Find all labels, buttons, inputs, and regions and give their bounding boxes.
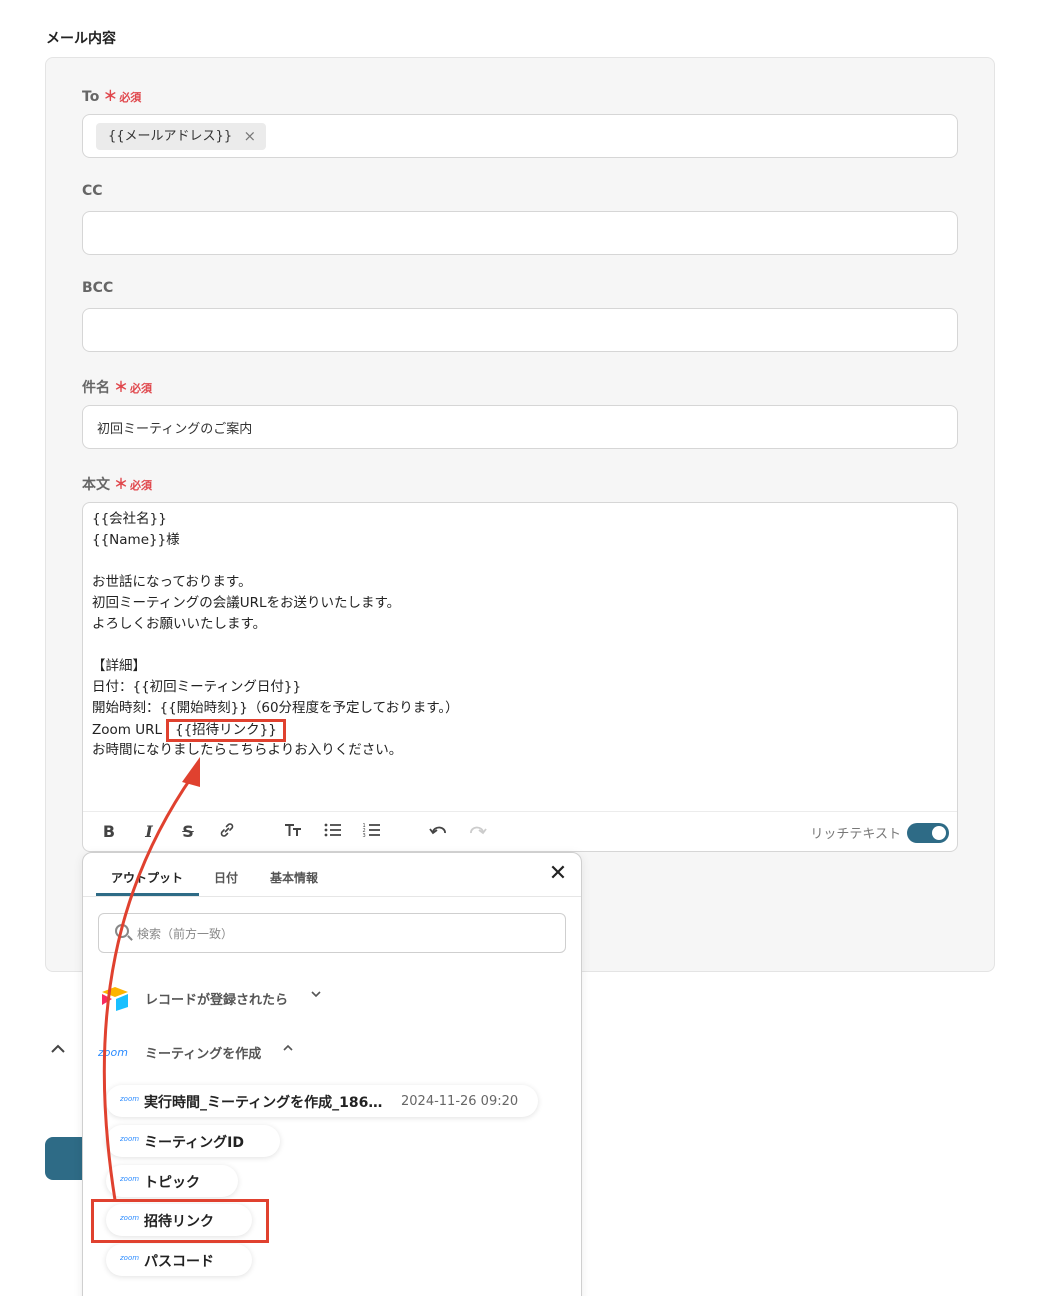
zoom-url-label: Zoom URL	[92, 722, 162, 738]
svg-text:3: 3	[363, 833, 366, 839]
body-editor[interactable]: {{会社名}} {{Name}}様 お世話になっております。 初回ミーティングの…	[82, 502, 958, 852]
numbered-list-icon[interactable]: 123	[360, 821, 384, 843]
tab-basic-info[interactable]: 基本情報	[270, 869, 318, 886]
body-label: 本文＊必須	[82, 474, 152, 494]
zoom-icon: zoom	[120, 1095, 140, 1103]
search-input[interactable]: 検索（前方一致）	[98, 913, 566, 953]
chevron-up-icon	[282, 1042, 294, 1057]
required-badge: 必須	[130, 382, 152, 395]
zoom-icon: zoom	[120, 1175, 140, 1183]
italic-icon[interactable]: I	[137, 821, 161, 843]
cc-field[interactable]	[82, 211, 958, 255]
strikethrough-icon[interactable]: S	[176, 821, 200, 843]
link-icon[interactable]	[215, 821, 239, 843]
tab-date[interactable]: 日付	[214, 869, 238, 886]
undo-icon[interactable]	[426, 821, 450, 843]
airtable-icon	[102, 987, 128, 1011]
body-line-zoom-url: Zoom URL {{招待リンク}}	[92, 719, 459, 742]
body-line: {{Name}}様	[92, 532, 180, 548]
output-item[interactable]: zoom トピック	[106, 1165, 238, 1197]
body-line	[92, 635, 459, 656]
output-item[interactable]: zoom 実行時間_ミーティングを作成_186… 2024-11-26 09:2…	[106, 1085, 538, 1117]
subject-label: 件名＊必須	[82, 377, 152, 397]
group-zoom-create-meeting[interactable]: zoom ミーティングを作成	[98, 1037, 338, 1067]
rich-text-label: リッチテキスト	[810, 827, 901, 842]
active-tab-indicator	[96, 893, 199, 896]
output-item[interactable]: zoom パスコード	[106, 1244, 252, 1276]
required-star: ＊	[114, 380, 128, 396]
search-icon	[115, 924, 129, 938]
body-text[interactable]: {{会社名}} {{Name}}様 お世話になっております。 初回ミーティングの…	[92, 509, 459, 761]
to-field[interactable]: {{メールアドレス}} ×	[82, 114, 958, 158]
close-icon[interactable]: ✕	[547, 863, 569, 885]
subject-value: 初回ミーティングのご案内	[97, 422, 253, 437]
body-line: {{会社名}}	[92, 511, 167, 527]
group-airtable-trigger[interactable]: レコードが登録されたら	[98, 983, 338, 1013]
subject-field[interactable]: 初回ミーティングのご案内	[82, 405, 958, 449]
text-size-icon[interactable]	[281, 821, 305, 843]
chip-remove-icon[interactable]: ×	[244, 123, 257, 150]
chevron-down-icon	[310, 988, 322, 1003]
output-item-label: トピック	[144, 1175, 200, 1191]
search-placeholder: 検索（前方一致）	[137, 927, 234, 941]
highlight-box	[91, 1199, 269, 1243]
rich-text-toggle[interactable]	[907, 823, 949, 843]
required-star: ＊	[103, 89, 118, 105]
body-line: 初回ミーティングの会議URLをお送りいたします。	[92, 595, 401, 611]
bcc-field[interactable]	[82, 308, 958, 352]
required-star: ＊	[114, 477, 128, 493]
to-label: To ＊必須	[82, 86, 141, 106]
editor-toolbar: B I S 123 リッチテキスト	[83, 811, 957, 851]
toggle-knob	[932, 826, 946, 840]
body-line: よろしくお願いいたします。	[92, 616, 267, 632]
required-badge: 必須	[130, 479, 152, 492]
bold-icon[interactable]: B	[97, 821, 121, 843]
output-item[interactable]: zoom ミーティングID	[106, 1125, 280, 1157]
bcc-label: BCC	[82, 280, 114, 296]
output-item-label: 実行時間_ミーティングを作成_186…	[144, 1095, 383, 1111]
body-line: お世話になっております。	[92, 574, 252, 590]
save-button[interactable]	[45, 1137, 85, 1180]
output-item-label: パスコード	[144, 1254, 214, 1270]
bullet-list-icon[interactable]	[321, 821, 345, 843]
tab-output[interactable]: アウトプット	[111, 869, 183, 886]
required-badge: 必須	[119, 91, 142, 104]
body-line: お時間になりましたらこちらよりお入りください。	[92, 742, 403, 758]
popup-tabs: アウトプット 日付 基本情報 ✕	[83, 853, 581, 897]
body-line	[92, 551, 459, 572]
section-title: メール内容	[46, 31, 116, 47]
subject-label-text: 件名	[82, 380, 110, 396]
body-label-text: 本文	[82, 477, 110, 493]
zoom-icon: zoom	[120, 1254, 140, 1262]
body-line: 【詳細】	[92, 658, 146, 674]
email-chip[interactable]: {{メールアドレス}} ×	[96, 123, 267, 150]
to-label-text: To	[82, 89, 100, 105]
zoom-icon: zoom	[120, 1135, 140, 1143]
zoom-icon: zoom	[98, 1046, 128, 1059]
invite-link-token: {{招待リンク}}	[166, 719, 286, 742]
body-line: 日付：{{初回ミーティング日付}}	[92, 679, 302, 695]
group-label: ミーティングを作成	[145, 1047, 262, 1062]
cc-label: CC	[82, 183, 103, 199]
body-line: 開始時刻：{{開始時刻}}（60分程度を予定しております。）	[92, 700, 459, 716]
output-item-value: 2024-11-26 09:20	[401, 1094, 519, 1109]
output-item-label: ミーティングID	[144, 1135, 244, 1151]
redo-icon[interactable]	[466, 821, 490, 843]
group-label: レコードが登録されたら	[145, 993, 289, 1008]
collapse-chevron-up-icon[interactable]	[50, 1040, 66, 1059]
email-chip-label: {{メールアドレス}}	[108, 129, 233, 144]
